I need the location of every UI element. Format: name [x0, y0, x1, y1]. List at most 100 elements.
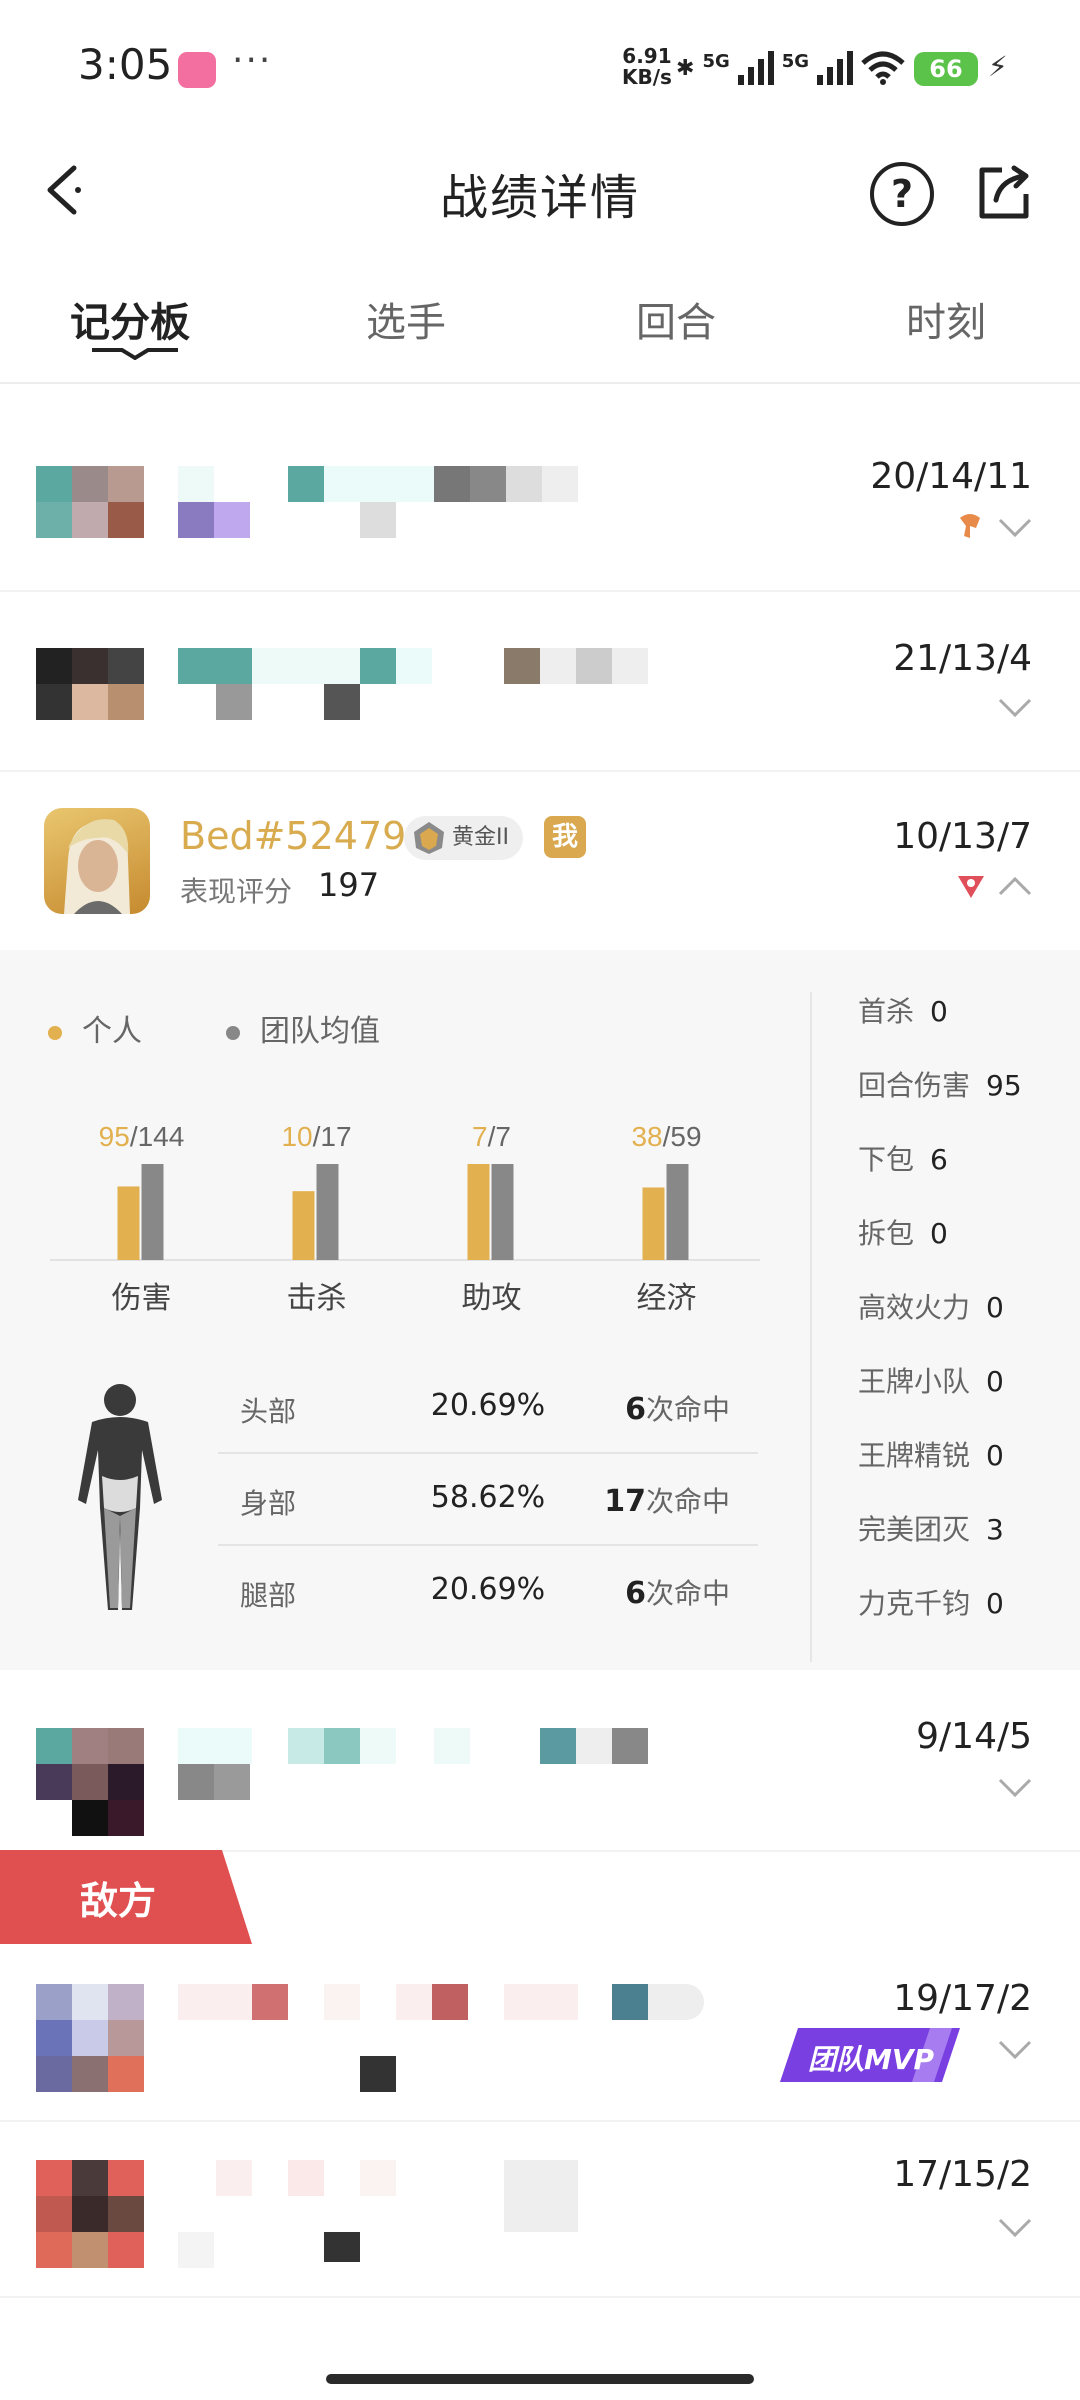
status-bar: 3:05 ··· 6.91 KB/s ✱ 5G 5G 66 ⚡	[0, 0, 1080, 130]
network-speed: 6.91 KB/s	[622, 46, 672, 88]
stat-first-kill: 首杀 0	[858, 995, 948, 1028]
kda-score: 19/17/2	[893, 1978, 1032, 2019]
expand-chevron-icon[interactable]	[998, 2218, 1032, 2238]
legend-personal: 个人	[48, 1006, 142, 1050]
hit-part: 腿部	[240, 1579, 297, 1612]
stat-ace-elite: 王牌精锐 0	[858, 1439, 1004, 1472]
home-indicator[interactable]	[326, 2374, 754, 2384]
hit-part: 头部	[240, 1395, 297, 1428]
signal-type-2: 5G	[781, 50, 810, 72]
legend-team-average: 团队均值	[226, 1006, 380, 1050]
enemy-team-label: 敌方	[80, 1879, 157, 1923]
stat-efficient-fire: 高效火力 0	[858, 1291, 1004, 1324]
kda-score: 17/15/2	[893, 2154, 1032, 2195]
bar-value-label-1: 10/17	[281, 1121, 351, 1152]
collapse-chevron-icon[interactable]	[998, 876, 1032, 896]
tab-rounds[interactable]: 回合	[636, 290, 716, 348]
network-speed-value: 6.91	[622, 44, 672, 68]
bar-team-1	[316, 1164, 339, 1260]
legend-team-label: 团队均值	[260, 1014, 380, 1049]
my-kda-score: 10/13/7	[893, 816, 1032, 857]
expand-chevron-icon[interactable]	[998, 698, 1032, 718]
bar-personal-1	[292, 1191, 315, 1260]
kda-score: 21/13/4	[893, 638, 1032, 679]
hit-count: 6次命中	[625, 1388, 730, 1428]
my-player-row[interactable]	[0, 770, 1080, 950]
signal-type-1: 5G	[702, 50, 730, 72]
charging-icon: ⚡	[988, 50, 1008, 83]
hit-row-head: 头部 20.69% 6次命中	[218, 1360, 758, 1454]
share-icon[interactable]	[976, 164, 1032, 220]
bar-team-2	[491, 1164, 514, 1260]
agent-portrait-icon	[64, 819, 130, 914]
hit-percent: 20.69%	[430, 1572, 546, 1607]
battery-level: 66	[914, 52, 978, 86]
stat-ace-squad: 王牌小队 0	[858, 1365, 1004, 1398]
clock: 3:05	[78, 40, 173, 89]
my-player-name: Bed#52479	[180, 814, 407, 858]
hit-count: 17次命中	[604, 1480, 730, 1520]
tab-bar: 记分板 选手 回合 时刻	[0, 270, 1080, 384]
legend-personal-label: 个人	[82, 1014, 142, 1049]
category-label-1: 击杀	[287, 1281, 347, 1316]
bar-value-label-2: 7/7	[472, 1121, 511, 1152]
stat-defuse: 拆包 0	[858, 1217, 948, 1250]
my-agent-avatar	[44, 808, 150, 914]
stat-round-damage: 回合伤害 95	[858, 1069, 1022, 1102]
network-speed-unit: KB/s	[622, 65, 672, 89]
top-navigation: 战绩详情 ?	[0, 130, 1080, 250]
expand-chevron-icon[interactable]	[998, 2040, 1032, 2060]
rating-value: 197	[318, 866, 380, 904]
category-label-2: 助攻	[462, 1281, 522, 1316]
gold-rank-icon	[414, 822, 444, 854]
active-tab-indicator	[92, 348, 178, 360]
stat-flawless: 完美团灭 3	[858, 1513, 1004, 1546]
tab-scoreboard[interactable]: 记分板	[70, 290, 190, 348]
stat-plant: 下包 6	[858, 1143, 948, 1176]
rating-label: 表现评分	[180, 875, 293, 908]
tab-players[interactable]: 选手	[366, 290, 446, 348]
hit-count-unit: 次命中	[645, 1577, 730, 1610]
bar-team-0	[141, 1164, 164, 1260]
stat-clutch: 力克千钧 0	[858, 1587, 1004, 1620]
signal-bars-1-icon	[737, 51, 774, 85]
hit-count-value: 6	[625, 1576, 646, 1611]
bar-personal-2	[467, 1164, 490, 1260]
kda-score: 20/14/11	[870, 456, 1032, 497]
player-row[interactable]: 21/13/4	[0, 590, 1080, 772]
more-notifications-icon: ···	[232, 40, 273, 81]
hit-row-legs: 腿部 20.69% 6次命中	[218, 1544, 758, 1636]
signal-bars-2-icon	[817, 51, 854, 85]
player-row[interactable]: 9/14/5	[0, 1670, 1080, 1852]
bar-value-label-3: 38/59	[631, 1121, 701, 1152]
enemy-player-row[interactable]: 17/15/2	[0, 2120, 1080, 2298]
hit-row-body: 身部 58.62% 17次命中	[218, 1452, 758, 1546]
expand-chevron-icon[interactable]	[998, 518, 1032, 538]
hit-percent: 20.69%	[430, 1388, 546, 1423]
hit-count: 6次命中	[625, 1572, 730, 1612]
bluetooth-icon: ✱	[676, 55, 695, 81]
status-icons: ✱ 5G 5G	[676, 46, 905, 90]
comparison-bar-chart: 95/144 伤害 10/17 击杀 7/7 助攻 38/59 经济	[50, 1121, 760, 1316]
divider	[810, 992, 812, 1662]
help-icon[interactable]: ?	[870, 162, 934, 226]
player-row[interactable]: 20/14/11	[0, 400, 1080, 592]
rank-label: 黄金II	[452, 825, 509, 850]
body-silhouette-icon	[78, 1384, 162, 1610]
bilibili-app-icon	[178, 52, 216, 88]
rank-badge: 黄金II	[404, 816, 523, 860]
hit-count-unit: 次命中	[645, 1485, 730, 1518]
hit-part: 身部	[240, 1487, 297, 1520]
hit-count-value: 6	[625, 1392, 646, 1427]
team-mvp-label: 团队MVP	[808, 2043, 935, 2076]
agent-role-icon	[958, 876, 984, 898]
expand-chevron-icon[interactable]	[998, 1778, 1032, 1798]
agent-role-icon	[960, 514, 980, 538]
category-label-0: 伤害	[112, 1281, 172, 1316]
category-label-3: 经济	[637, 1281, 697, 1316]
tab-moments[interactable]: 时刻	[906, 290, 986, 348]
player-detail-panel: 个人 团队均值 95/144 伤害 10/17 击杀 7/7 助攻 38/59 经济 头部 2…	[0, 950, 1080, 1670]
bar-personal-0	[117, 1186, 140, 1260]
bar-personal-3	[642, 1187, 665, 1260]
me-badge: 我	[544, 816, 586, 858]
